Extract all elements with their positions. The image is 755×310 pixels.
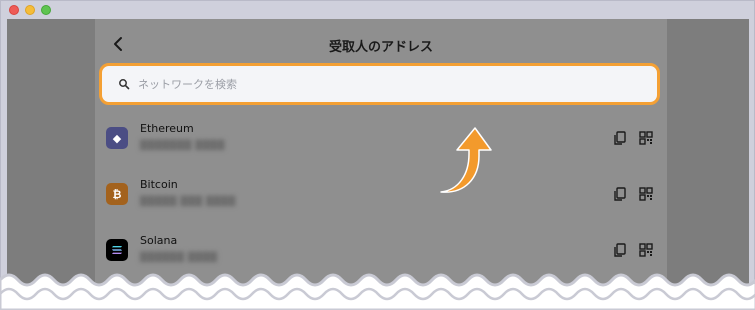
- qr-code-icon[interactable]: [639, 243, 653, 257]
- zoom-window-button[interactable]: [41, 5, 51, 15]
- network-name: Bitcoin: [140, 178, 178, 191]
- ethereum-icon: ◆: [106, 127, 128, 149]
- copy-icon[interactable]: [613, 243, 627, 257]
- torn-edge-divider: [0, 273, 755, 310]
- solana-icon: [106, 239, 128, 261]
- copy-icon[interactable]: [613, 131, 627, 145]
- bitcoin-icon: ₿: [106, 183, 128, 205]
- network-row-ethereum[interactable]: ◆ Ethereum ███████ ████: [95, 114, 667, 170]
- network-name: Solana: [140, 234, 178, 247]
- page-title: 受取人のアドレス: [328, 40, 433, 55]
- recipient-address-panel: 受取人のアドレス ネットワークを検索 ◆ Ethereum ███████ ██…: [95, 19, 667, 301]
- qr-code-icon[interactable]: [639, 187, 653, 201]
- pointer-arrow-icon: [440, 127, 492, 193]
- qr-code-icon[interactable]: [639, 131, 653, 145]
- network-name: Ethereum: [140, 122, 194, 135]
- address-redacted: ███████ ████: [140, 141, 225, 151]
- minimize-window-button[interactable]: [25, 5, 35, 15]
- title-bar: [1, 1, 754, 19]
- copy-icon[interactable]: [613, 187, 627, 201]
- search-input[interactable]: ネットワークを検索: [138, 76, 237, 92]
- close-window-button[interactable]: [9, 5, 19, 15]
- content-area: 受取人のアドレス ネットワークを検索 ◆ Ethereum ███████ ██…: [7, 19, 749, 301]
- network-list: ◆ Ethereum ███████ ████ ₿ Bitcoin █████ …: [95, 114, 667, 282]
- network-row-bitcoin[interactable]: ₿ Bitcoin █████ ███ ████: [95, 170, 667, 226]
- app-window: 受取人のアドレス ネットワークを検索 ◆ Ethereum ███████ ██…: [0, 0, 755, 301]
- network-search-field[interactable]: ネットワークを検索: [99, 63, 660, 105]
- search-icon: [118, 78, 130, 90]
- address-redacted: █████ ███ ████: [140, 197, 236, 207]
